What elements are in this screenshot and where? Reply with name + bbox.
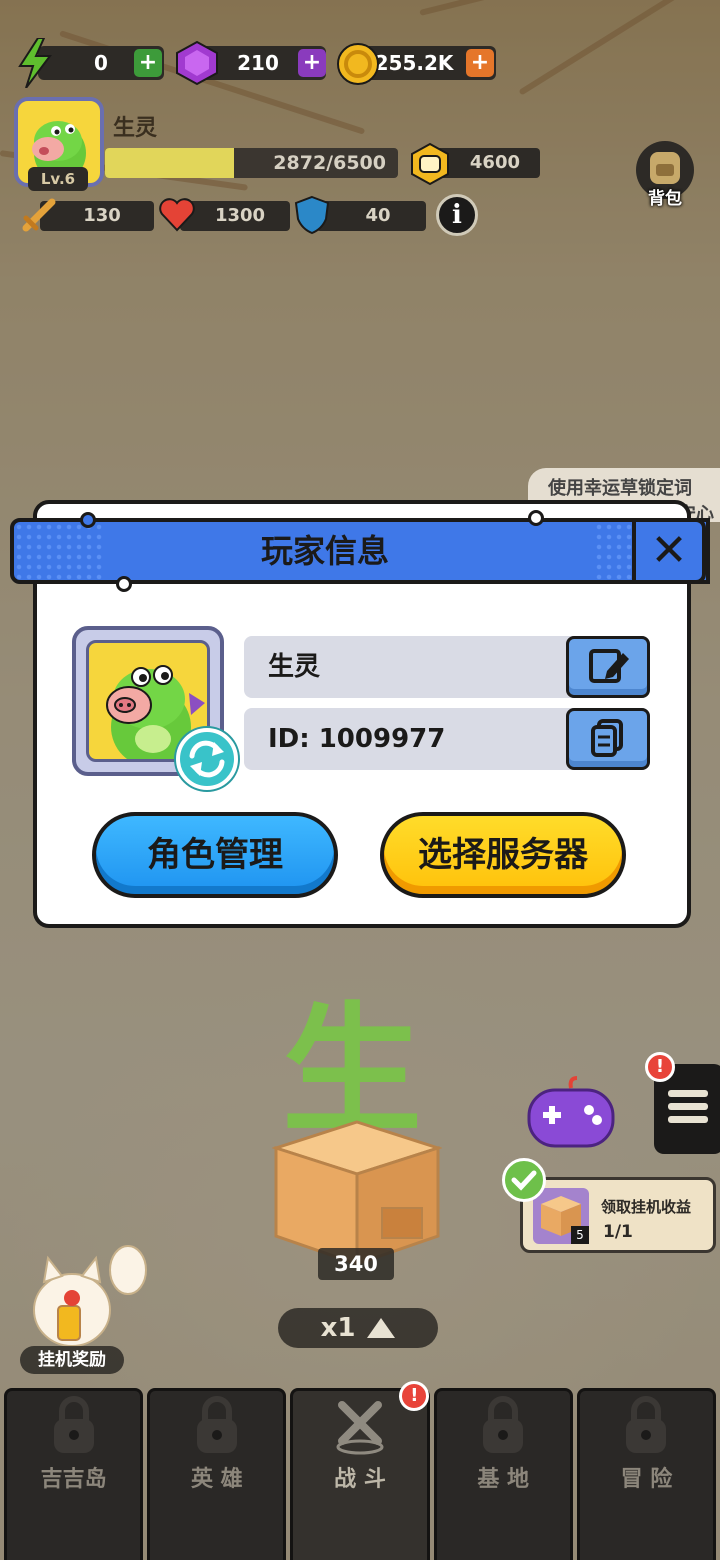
crate-count: 340	[318, 1248, 394, 1280]
copy-id-button[interactable]	[566, 708, 650, 770]
xp-text: 2872/6500	[273, 152, 386, 174]
menu-alert-badge: !	[645, 1052, 675, 1082]
speed-label: x1	[320, 1313, 356, 1343]
task-progress: 1/1	[603, 1222, 633, 1242]
idle-reward-button[interactable]: 挂机奖励	[20, 1346, 124, 1374]
nav-label: 冒 险	[620, 1467, 673, 1492]
nav-label: 英 雄	[190, 1467, 243, 1492]
nav-label: 吉吉岛	[40, 1467, 107, 1492]
backpack-button[interactable]: 背包	[630, 140, 700, 212]
header-rivet	[80, 512, 96, 528]
gem-icon	[176, 40, 218, 86]
nav-label: 基 地	[477, 1467, 530, 1492]
attack-value: 130	[83, 205, 121, 226]
nav-item-heroes[interactable]: 英 雄	[147, 1388, 287, 1560]
task-complete-check	[502, 1158, 546, 1202]
defense-value: 40	[365, 205, 391, 226]
task-badge: 5	[571, 1226, 589, 1244]
nav-item-adventure[interactable]: 冒 险	[576, 1388, 717, 1560]
swap-arrows-icon	[189, 740, 225, 778]
battle-alert-badge: !	[399, 1381, 430, 1411]
role-management-label: 角色管理	[147, 835, 283, 875]
lock-icon	[196, 1396, 237, 1453]
nav-item-island[interactable]: 吉吉岛	[4, 1388, 144, 1560]
energy-value: 0	[94, 51, 108, 75]
xp-fill	[105, 148, 235, 178]
change-avatar-button[interactable]	[176, 728, 238, 790]
checkmark-icon	[511, 1170, 537, 1191]
hp-value: 1300	[214, 205, 266, 226]
player-id-field: ID: 1009977	[244, 708, 650, 770]
bottom-navigation: 吉吉岛 英 雄 战 斗 ! 基 地 冒 险	[0, 1381, 720, 1560]
defense-stat: 40	[316, 201, 426, 231]
player-name: 生灵	[113, 116, 158, 141]
lock-icon	[53, 1396, 94, 1453]
backpack-label: 背包	[648, 189, 682, 209]
crossed-swords-icon	[336, 1401, 384, 1455]
sword-icon	[22, 198, 56, 232]
gamepad-icon[interactable]	[525, 1076, 617, 1150]
lock-icon	[483, 1396, 524, 1453]
power-value: 4600	[469, 152, 520, 173]
player-name-value: 生灵	[268, 652, 321, 682]
hint-text: 使用幸运草锁定词	[548, 478, 692, 499]
xp-progress-bar: 2872/6500	[105, 148, 398, 178]
header-rivet	[116, 576, 132, 592]
copy-icon	[591, 719, 623, 757]
fist-icon	[411, 142, 449, 186]
header-rivet	[528, 510, 544, 526]
edit-name-button[interactable]	[566, 636, 650, 698]
shield-icon	[294, 195, 330, 235]
player-id-value: ID: 1009977	[268, 724, 446, 754]
dialog-header: 玩家信息 ✕	[10, 518, 710, 584]
player-name-field: 生灵	[244, 636, 650, 698]
close-icon: ✕	[650, 525, 688, 576]
lightning-icon	[18, 38, 52, 88]
nav-label: 战 斗	[334, 1467, 386, 1492]
heart-icon	[159, 198, 195, 232]
lucky-cat-icon[interactable]	[22, 1240, 152, 1350]
list-icon	[668, 1090, 708, 1129]
coin-icon	[337, 43, 379, 85]
speed-toggle-button[interactable]: x1	[278, 1308, 438, 1348]
add-gem-button[interactable]: +	[298, 49, 326, 77]
gem-value: 210	[237, 51, 279, 75]
hp-stat: 1300	[180, 201, 290, 231]
loot-crate-icon[interactable]	[272, 1118, 442, 1268]
lock-icon	[626, 1396, 667, 1453]
nav-item-base[interactable]: 基 地	[433, 1388, 573, 1560]
idle-income-task-card[interactable]: 5 领取挂机收益 1/1	[520, 1177, 716, 1253]
role-management-button[interactable]: 角色管理	[92, 812, 338, 898]
dialog-title: 玩家信息	[260, 532, 389, 570]
level-badge: Lv.6	[28, 167, 88, 191]
add-coin-button[interactable]: +	[466, 49, 494, 77]
select-server-label: 选择服务器	[418, 835, 588, 875]
add-energy-button[interactable]: +	[134, 49, 162, 77]
info-button[interactable]: i	[436, 194, 478, 236]
close-button[interactable]: ✕	[632, 518, 706, 584]
edit-icon	[589, 649, 629, 683]
task-title: 领取挂机收益	[601, 1198, 692, 1216]
triangle-up-icon	[367, 1318, 396, 1338]
select-server-button[interactable]: 选择服务器	[380, 812, 626, 898]
idle-reward-label: 挂机奖励	[38, 1350, 106, 1370]
nav-item-battle[interactable]: 战 斗 !	[290, 1381, 430, 1560]
coin-value: 255.2K	[374, 51, 454, 75]
